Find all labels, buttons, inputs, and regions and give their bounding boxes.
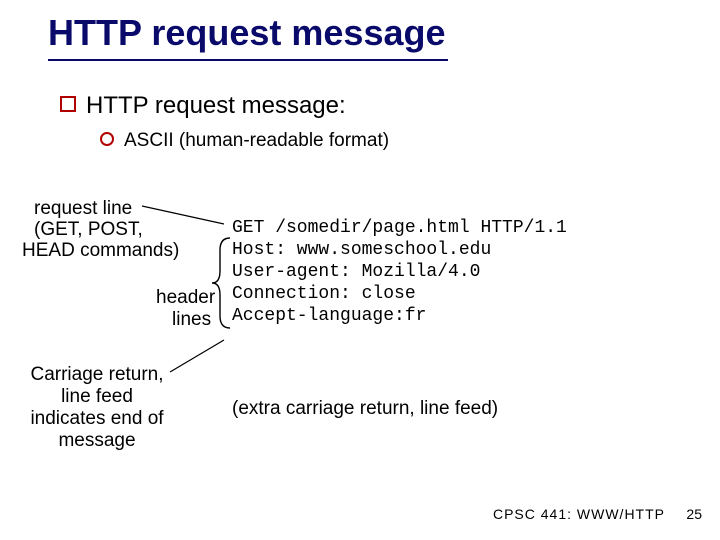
label-header-1: header bbox=[156, 287, 215, 309]
http-line-4: Connection: close bbox=[232, 284, 416, 304]
label-header-2: lines bbox=[172, 309, 211, 331]
bullet-1-text: HTTP request message: bbox=[86, 92, 346, 119]
label-crlf: Carriage return, line feed indicates end… bbox=[22, 364, 172, 451]
page-number: 25 bbox=[686, 506, 702, 522]
slide-title: HTTP request message bbox=[48, 12, 446, 54]
http-line-2: Host: www.someschool.edu bbox=[232, 240, 491, 260]
label-request-line-2: (GET, POST, bbox=[34, 219, 143, 241]
label-request-line-3: HEAD commands) bbox=[22, 240, 179, 262]
bullet-level-1: HTTP request message: bbox=[60, 92, 346, 120]
slide: HTTP request message HTTP request messag… bbox=[0, 0, 720, 540]
label-request-line-1: request line bbox=[34, 198, 132, 220]
arrow-crlf bbox=[170, 340, 240, 400]
bullet-level-2: ASCII (human-readable format) bbox=[100, 130, 389, 152]
square-bullet-icon bbox=[60, 96, 76, 112]
bracket-header-lines bbox=[216, 238, 238, 328]
label-extra-crlf: (extra carriage return, line feed) bbox=[232, 398, 498, 420]
circle-bullet-icon bbox=[100, 132, 114, 146]
arrow-request-line bbox=[142, 206, 232, 236]
title-underline bbox=[48, 59, 448, 61]
http-line-1: GET /somedir/page.html HTTP/1.1 bbox=[232, 218, 567, 238]
footer-course: CPSC 441: WWW/HTTP bbox=[493, 506, 665, 522]
http-line-5: Accept-language:fr bbox=[232, 306, 426, 326]
bullet-2-text: ASCII (human-readable format) bbox=[124, 130, 389, 151]
http-line-3: User-agent: Mozilla/4.0 bbox=[232, 262, 480, 282]
